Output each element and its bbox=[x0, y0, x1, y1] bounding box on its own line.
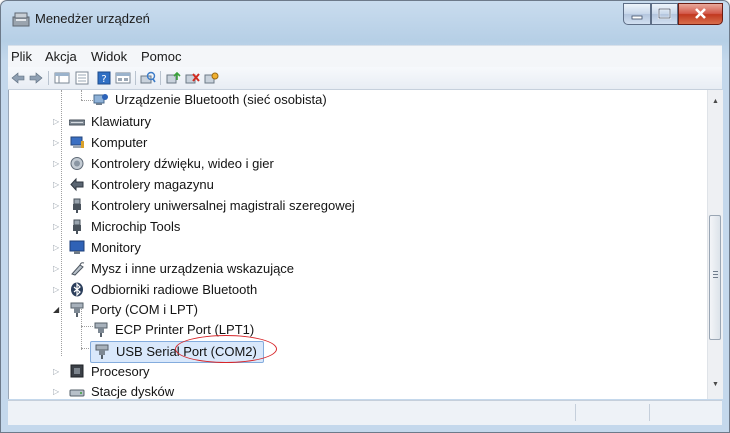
back-arrow-icon[interactable] bbox=[10, 71, 26, 85]
port-icon bbox=[94, 322, 108, 337]
scroll-down-arrow-icon[interactable]: ▼ bbox=[712, 381, 719, 388]
scan-hardware-icon[interactable] bbox=[140, 71, 156, 85]
scroll-up-arrow-icon[interactable]: ▲ bbox=[712, 98, 719, 105]
menu-pomoc[interactable]: Pomoc bbox=[141, 49, 181, 64]
device-manager-window: Menedżer urządzeń Plik Akcja Widok Pomoc… bbox=[0, 0, 730, 433]
expand-arrow-icon[interactable]: ▷ bbox=[53, 159, 59, 168]
window-title: Menedżer urządzeń bbox=[35, 11, 150, 26]
tree-item-label: Komputer bbox=[91, 135, 148, 150]
svg-text:?: ? bbox=[101, 74, 106, 85]
scrollbar-thumb[interactable] bbox=[709, 215, 721, 340]
expand-arrow-icon[interactable]: ▷ bbox=[53, 387, 59, 396]
tree-item-computer[interactable]: ▷ Komputer bbox=[53, 133, 353, 153]
computer-icon bbox=[70, 136, 84, 148]
expand-arrow-icon[interactable]: ▷ bbox=[53, 367, 59, 376]
vertical-scrollbar[interactable]: ▲ ▼ bbox=[707, 90, 723, 399]
forward-arrow-icon[interactable] bbox=[28, 71, 44, 85]
tree-item-usb-controllers[interactable]: ▷ Kontrolery uniwersalnej magistrali sze… bbox=[53, 196, 413, 216]
uninstall-icon[interactable] bbox=[184, 71, 200, 85]
bluetooth-radio-icon bbox=[71, 282, 83, 297]
expand-arrow-icon[interactable]: ▷ bbox=[53, 201, 59, 210]
monitor-icon bbox=[69, 240, 85, 254]
tree-item-bluetooth-network[interactable]: Urządzenie Bluetooth (sieć osobista) bbox=[93, 90, 393, 110]
expand-arrow-icon[interactable]: ▷ bbox=[53, 138, 59, 147]
tree-item-label: Stacje dysków bbox=[91, 384, 175, 399]
disable-icon[interactable] bbox=[203, 71, 219, 85]
tree-item-label: Procesory bbox=[91, 364, 150, 379]
port-icon bbox=[95, 344, 109, 359]
tree-item-mice[interactable]: ▷ Mysz i inne urządzenia wskazujące bbox=[53, 259, 373, 279]
highlight-ellipse bbox=[175, 335, 277, 363]
expand-arrow-icon[interactable]: ▷ bbox=[53, 285, 59, 294]
expand-arrow-icon[interactable]: ▷ bbox=[53, 222, 59, 231]
status-bar bbox=[8, 400, 722, 425]
mouse-icon bbox=[71, 262, 85, 276]
expand-arrow-icon[interactable]: ▷ bbox=[53, 243, 59, 252]
processor-icon bbox=[70, 364, 84, 378]
menu-bar: Plik Akcja Widok Pomoc bbox=[8, 45, 722, 68]
status-cell bbox=[575, 404, 650, 421]
usb-controller-icon bbox=[73, 198, 81, 213]
usb-device-icon bbox=[73, 219, 81, 234]
menu-akcja[interactable]: Akcja bbox=[45, 49, 77, 64]
tree-item-label: Odbiorniki radiowe Bluetooth bbox=[91, 282, 258, 297]
expand-arrow-icon[interactable]: ▷ bbox=[53, 264, 59, 273]
tree-item-processors[interactable]: ▷ Procesory bbox=[53, 362, 353, 382]
title-bar[interactable]: Menedżer urządzeń bbox=[1, 1, 729, 37]
device-tree: Urządzenie Bluetooth (sieć osobista) ▷ K… bbox=[8, 90, 708, 399]
tree-item-label: Kontrolery magazynu bbox=[91, 177, 214, 192]
port-icon bbox=[70, 302, 84, 317]
menu-plik[interactable]: Plik bbox=[11, 49, 32, 64]
show-hide-tree-icon[interactable] bbox=[54, 71, 70, 85]
tree-item-label: Klawiatury bbox=[91, 114, 151, 129]
storage-controller-icon bbox=[70, 177, 84, 192]
view-icon[interactable] bbox=[115, 71, 131, 85]
tree-item-disk-drives[interactable]: ▷ Stacje dysków bbox=[53, 382, 353, 399]
tree-item-label: Kontrolery uniwersalnej magistrali szere… bbox=[91, 198, 355, 213]
expand-arrow-icon[interactable]: ▷ bbox=[53, 117, 59, 126]
disk-drive-icon bbox=[69, 389, 85, 397]
maximize-icon bbox=[657, 7, 672, 20]
minimize-icon bbox=[631, 15, 643, 20]
tree-item-monitors[interactable]: ▷ Monitory bbox=[53, 238, 353, 258]
tree-item-bluetooth-radios[interactable]: ▷ Odbiorniki radiowe Bluetooth bbox=[53, 280, 353, 300]
tree-item-storage-controllers[interactable]: ▷ Kontrolery magazynu bbox=[53, 175, 353, 195]
toolbar: ? bbox=[8, 67, 722, 90]
close-button[interactable] bbox=[678, 3, 723, 25]
tree-item-label: Monitory bbox=[91, 240, 141, 255]
maximize-button[interactable] bbox=[651, 3, 678, 25]
status-cell bbox=[649, 404, 722, 421]
tree-item-label: Porty (COM i LPT) bbox=[91, 302, 198, 317]
tree-item-label: Urządzenie Bluetooth (sieć osobista) bbox=[115, 92, 327, 107]
tree-item-label: Kontrolery dźwięku, wideo i gier bbox=[91, 156, 274, 171]
sound-controller-icon bbox=[70, 157, 84, 170]
keyboard-icon bbox=[69, 119, 85, 126]
properties-icon[interactable] bbox=[74, 71, 90, 85]
collapse-arrow-icon[interactable]: ◢ bbox=[53, 305, 59, 314]
device-manager-app-icon bbox=[12, 12, 30, 27]
menu-widok[interactable]: Widok bbox=[91, 49, 127, 64]
bluetooth-network-icon bbox=[93, 94, 108, 105]
tree-item-keyboards[interactable]: ▷ Klawiatury bbox=[53, 112, 353, 132]
minimize-button[interactable] bbox=[623, 3, 651, 25]
expand-arrow-icon[interactable]: ▷ bbox=[53, 180, 59, 189]
update-driver-icon[interactable] bbox=[165, 71, 181, 85]
close-icon bbox=[695, 8, 706, 19]
tree-item-microchip-tools[interactable]: ▷ Microchip Tools bbox=[53, 217, 353, 237]
tree-item-ports[interactable]: ◢ Porty (COM i LPT) bbox=[53, 300, 353, 320]
tree-item-sound-controllers[interactable]: ▷ Kontrolery dźwięku, wideo i gier bbox=[53, 154, 353, 174]
tree-item-label: Microchip Tools bbox=[91, 219, 181, 234]
help-icon[interactable]: ? bbox=[96, 71, 112, 85]
tree-item-label: Mysz i inne urządzenia wskazujące bbox=[91, 261, 295, 276]
